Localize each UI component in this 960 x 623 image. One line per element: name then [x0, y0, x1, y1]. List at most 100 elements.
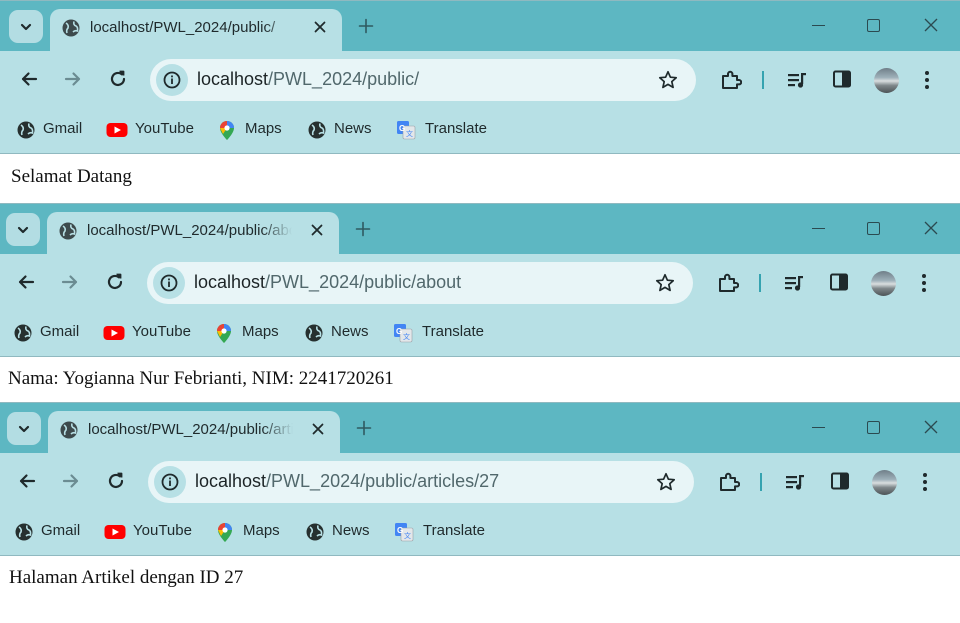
- bookmark-label: News: [332, 522, 370, 539]
- tab-search-button[interactable]: [7, 412, 41, 445]
- info-icon: [160, 274, 178, 292]
- address-bar[interactable]: localhost/PWL_2024/public/about: [147, 262, 693, 304]
- back-arrow-icon[interactable]: [17, 471, 37, 491]
- page-body-text: Nama: Yogianna Nur Febrianti, NIM: 22417…: [8, 368, 394, 389]
- translate-icon: G文: [395, 523, 414, 542]
- back-arrow-icon[interactable]: [16, 272, 36, 292]
- page-body-text: Halaman Artikel dengan ID 27: [9, 567, 244, 588]
- tab-close-icon[interactable]: [310, 421, 326, 437]
- bookmark-label: Translate: [425, 120, 487, 137]
- title-bar: localhost/PWL_2024/public/articles/27: [0, 403, 960, 455]
- back-arrow-icon[interactable]: [19, 69, 39, 89]
- bookmarks-bar: Gmail YouTube Maps News G文 Translate: [0, 510, 960, 556]
- tab-close-icon[interactable]: [309, 222, 325, 238]
- address-bar[interactable]: localhost/PWL_2024/public/articles/27: [148, 461, 694, 503]
- globe-icon: [305, 324, 323, 342]
- browser-window-2: localhost/PWL_2024/public/about localhos…: [0, 203, 960, 403]
- forward-arrow-icon[interactable]: [61, 471, 81, 491]
- extensions-icon[interactable]: [717, 272, 739, 294]
- window-close-icon[interactable]: [924, 221, 938, 235]
- page-body-text: Selamat Datang: [11, 166, 132, 187]
- url-path: /PWL_2024/public/: [268, 69, 420, 89]
- active-tab[interactable]: localhost/PWL_2024/public/: [50, 9, 342, 53]
- bookmark-star-icon[interactable]: [656, 472, 676, 492]
- bookmark-star-icon[interactable]: [655, 273, 675, 293]
- side-panel-icon[interactable]: [830, 471, 850, 491]
- svg-text:文: 文: [403, 332, 410, 341]
- tab-search-button[interactable]: [9, 10, 43, 43]
- profile-avatar[interactable]: [874, 68, 899, 93]
- menu-kebab-icon[interactable]: [922, 471, 928, 493]
- extensions-icon[interactable]: [720, 69, 742, 91]
- bookmark-label: News: [334, 120, 372, 137]
- bookmark-label: Maps: [245, 120, 282, 137]
- site-info-button[interactable]: [154, 466, 186, 498]
- chevron-down-icon: [20, 23, 32, 31]
- forward-arrow-icon[interactable]: [63, 69, 83, 89]
- new-tab-icon[interactable]: [358, 18, 374, 34]
- bookmark-label: YouTube: [133, 522, 192, 539]
- forward-arrow-icon[interactable]: [60, 272, 80, 292]
- browser-toolbar: localhost/PWL_2024/public/articles/27: [0, 453, 960, 510]
- maximize-icon[interactable]: [867, 421, 880, 434]
- globe-icon: [17, 121, 35, 139]
- bookmark-label: Gmail: [40, 323, 80, 340]
- window-close-icon[interactable]: [924, 420, 938, 434]
- url-host: localhost: [195, 471, 267, 491]
- new-tab-icon[interactable]: [356, 420, 372, 436]
- youtube-icon: [106, 123, 128, 137]
- bookmark-label: Maps: [242, 323, 279, 340]
- extensions-icon[interactable]: [718, 471, 740, 493]
- active-tab[interactable]: localhost/PWL_2024/public/about: [47, 212, 339, 256]
- maps-icon: [218, 523, 232, 542]
- bookmark-label: Gmail: [43, 120, 83, 137]
- media-playlist-icon[interactable]: [786, 69, 808, 91]
- bookmarks-bar: Gmail YouTube Maps News G文 Translate: [0, 311, 960, 357]
- maximize-icon[interactable]: [867, 222, 880, 235]
- active-tab[interactable]: localhost/PWL_2024/public/articles/27: [48, 411, 340, 455]
- maximize-icon[interactable]: [867, 19, 880, 32]
- bookmark-label: YouTube: [132, 323, 191, 340]
- maps-icon: [220, 121, 234, 140]
- tab-search-button[interactable]: [6, 213, 40, 246]
- side-panel-icon[interactable]: [829, 272, 849, 292]
- globe-icon: [60, 421, 78, 439]
- profile-avatar[interactable]: [871, 271, 896, 296]
- minimize-icon[interactable]: [812, 228, 825, 229]
- site-info-button[interactable]: [156, 64, 188, 96]
- page-content: Nama: Yogianna Nur Febrianti, NIM: 22417…: [0, 357, 960, 403]
- url-path: /PWL_2024/public/about: [265, 272, 462, 292]
- menu-kebab-icon[interactable]: [924, 69, 930, 91]
- minimize-icon[interactable]: [812, 427, 825, 428]
- address-bar[interactable]: localhost/PWL_2024/public/: [150, 59, 696, 101]
- globe-icon: [15, 523, 33, 541]
- tab-title: localhost/PWL_2024/public/about: [87, 222, 292, 239]
- bookmark-label: Gmail: [41, 522, 81, 539]
- media-playlist-icon[interactable]: [784, 471, 806, 493]
- menu-kebab-icon[interactable]: [921, 272, 927, 294]
- minimize-icon[interactable]: [812, 25, 825, 26]
- page-content: Halaman Artikel dengan ID 27: [0, 556, 960, 623]
- browser-toolbar: localhost/PWL_2024/public/about: [0, 254, 960, 311]
- window-close-icon[interactable]: [924, 18, 938, 32]
- url-host: localhost: [197, 69, 269, 89]
- browser-window-3: localhost/PWL_2024/public/articles/27 lo…: [0, 402, 960, 623]
- media-playlist-icon[interactable]: [783, 272, 805, 294]
- globe-icon: [14, 324, 32, 342]
- url-path: /PWL_2024/public/articles/27: [266, 471, 500, 491]
- tab-close-icon[interactable]: [312, 19, 328, 35]
- toolbar-separator: [759, 274, 761, 292]
- reload-icon[interactable]: [105, 272, 125, 292]
- globe-icon: [59, 222, 77, 240]
- new-tab-icon[interactable]: [355, 221, 371, 237]
- profile-avatar[interactable]: [872, 470, 897, 495]
- reload-icon[interactable]: [108, 69, 128, 89]
- title-bar: localhost/PWL_2024/public/: [0, 1, 960, 53]
- globe-icon: [62, 19, 80, 37]
- chevron-down-icon: [18, 425, 30, 433]
- bookmarks-bar: Gmail YouTube Maps News G文 Translate: [0, 108, 960, 154]
- side-panel-icon[interactable]: [832, 69, 852, 89]
- bookmark-star-icon[interactable]: [658, 70, 678, 90]
- site-info-button[interactable]: [153, 267, 185, 299]
- reload-icon[interactable]: [106, 471, 126, 491]
